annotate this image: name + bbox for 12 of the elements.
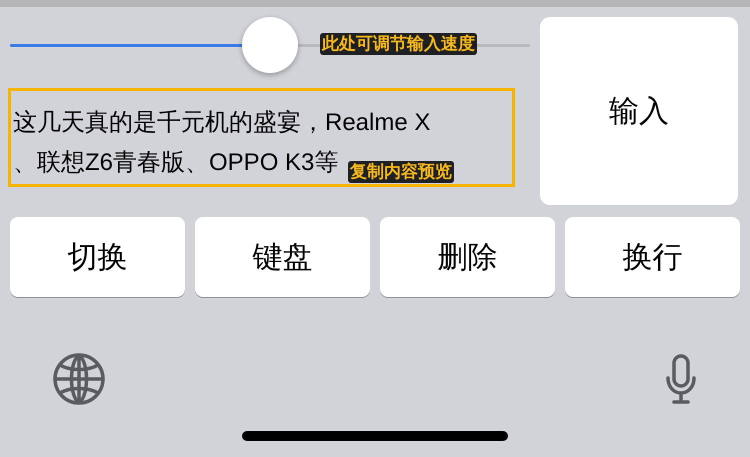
key-button[interactable]: 换行 [565, 217, 740, 297]
globe-icon[interactable] [53, 353, 105, 405]
input-button[interactable]: 输入 [540, 17, 738, 205]
slider-thumb[interactable] [242, 17, 298, 73]
microphone-icon[interactable] [665, 354, 697, 404]
preview-text-line: 、联想Z6青春版、OPPO K3等 [13, 149, 338, 177]
annotation-label: 此处可调节输入速度 [320, 33, 477, 55]
key-button[interactable]: 键盘 [195, 217, 370, 297]
preview-text-line: 这几天真的是千元机的盛宴，Realme X [13, 109, 430, 137]
key-button[interactable]: 删除 [380, 217, 555, 297]
key-button[interactable]: 切换 [10, 217, 185, 297]
annotation-label: 复制内容预览 [348, 161, 454, 183]
